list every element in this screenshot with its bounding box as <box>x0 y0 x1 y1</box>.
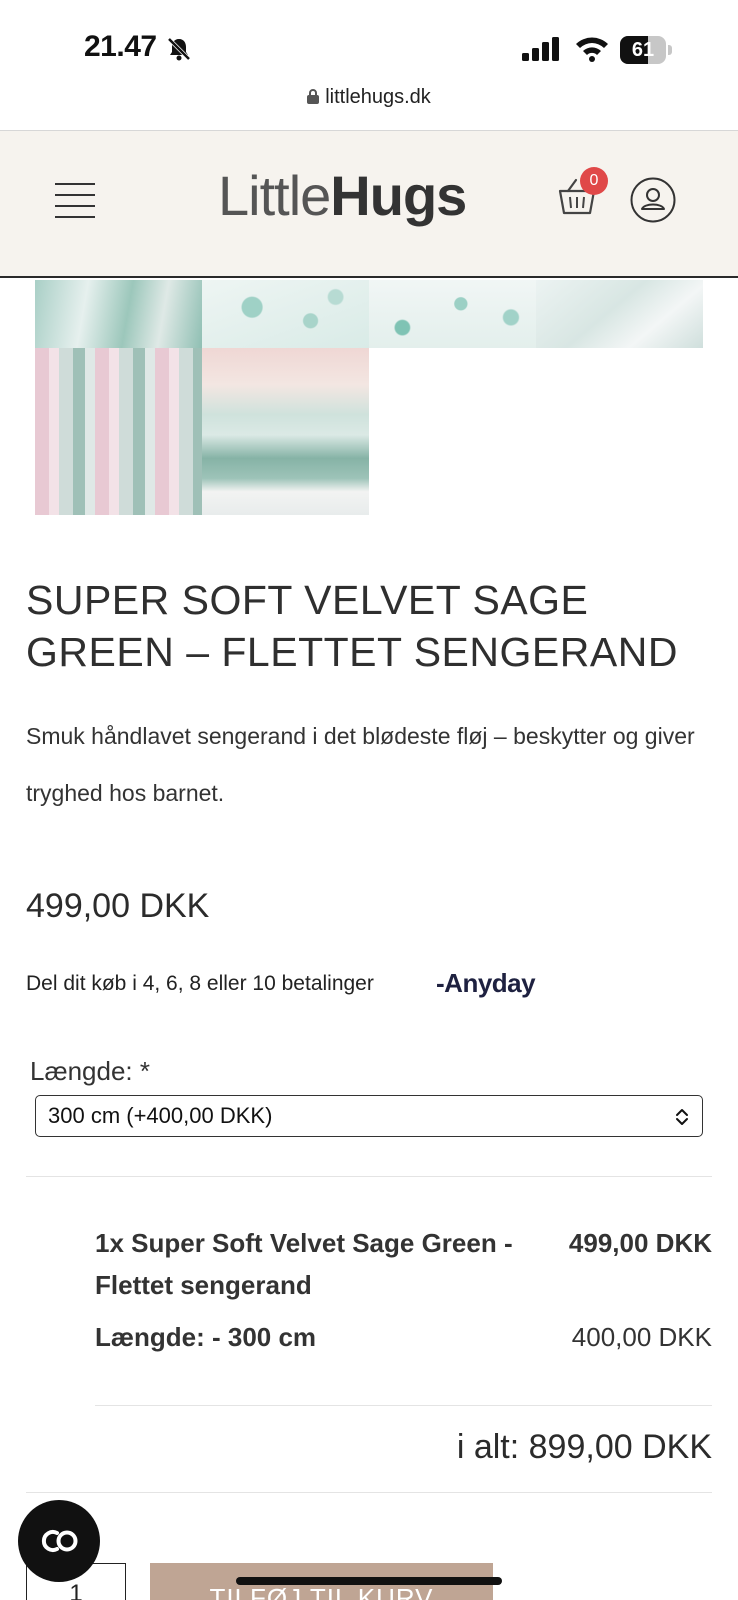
chevron-up-down-icon <box>676 1109 688 1125</box>
product-title: SUPER SOFT VELVET SAGE GREEN – FLETTET S… <box>26 577 678 675</box>
gallery-thumbnail[interactable] <box>369 280 536 348</box>
wifi-icon <box>576 37 608 62</box>
url-text: littlehugs.dk <box>325 86 431 108</box>
site-header: LittleHugs 0 <box>0 131 738 278</box>
address-bar[interactable]: littlehugs.dk <box>0 86 738 131</box>
status-time: 21.47 <box>84 30 157 63</box>
length-label: Længde: * <box>30 1056 150 1086</box>
product-description: Smuk håndlavet sengerand i det blødeste … <box>26 723 695 806</box>
gallery-thumbnail[interactable] <box>202 280 369 348</box>
hamburger-menu-icon[interactable] <box>55 183 95 218</box>
gallery-thumbnail[interactable] <box>35 280 202 348</box>
site-logo[interactable]: LittleHugs <box>218 163 467 228</box>
summary-item-name: 1x Super Soft Velvet Sage Green - Flette… <box>95 1228 513 1300</box>
divider <box>26 1176 712 1177</box>
summary-item-price: 499,00 DKK <box>568 1228 712 1258</box>
battery-level: 61 <box>631 39 655 61</box>
summary-option-price: 400,00 DKK <box>571 1322 712 1352</box>
divider <box>95 1405 712 1406</box>
battery-icon: 61 <box>620 36 672 64</box>
chat-icon <box>41 1530 78 1552</box>
summary-option-label: Længde: - 300 cm <box>95 1322 317 1352</box>
divider <box>26 1492 712 1493</box>
product-gallery <box>0 280 738 516</box>
product-price: 499,00 DKK <box>26 887 210 925</box>
home-indicator <box>236 1577 502 1585</box>
summary-total: i alt: 899,00 DKK <box>456 1428 712 1466</box>
anyday-logo[interactable]: -Anyday <box>436 968 536 999</box>
chat-button[interactable] <box>18 1500 100 1582</box>
length-select[interactable]: 300 cm (+400,00 DKK) <box>35 1095 703 1137</box>
gallery-thumbnail[interactable] <box>202 348 369 515</box>
signal-icon <box>522 37 559 61</box>
cart-count-badge: 0 <box>580 167 608 195</box>
length-selected-value: 300 cm (+400,00 DKK) <box>48 1103 273 1128</box>
status-bar: 21.47 61 <box>0 0 738 86</box>
account-icon[interactable] <box>630 177 676 223</box>
installments-text: Del dit køb i 4, 6, 8 eller 10 betalinge… <box>26 972 374 995</box>
bell-muted-icon <box>167 37 191 61</box>
gallery-thumbnail[interactable] <box>35 348 202 515</box>
lock-icon <box>307 89 320 104</box>
gallery-thumbnail[interactable] <box>536 280 703 348</box>
